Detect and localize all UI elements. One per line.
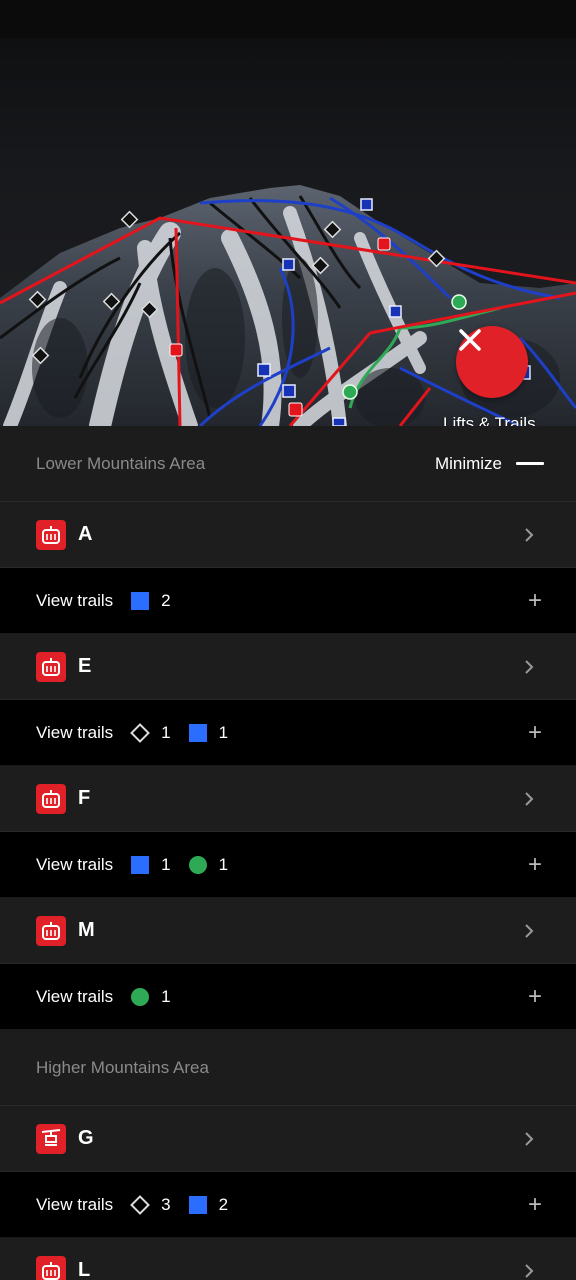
trail-count: 3	[161, 1194, 171, 1214]
trail-map[interactable]: Lifts & Trails	[0, 38, 576, 426]
trail-count-badge: 3	[130, 1194, 171, 1215]
chairlift-icon	[36, 1123, 66, 1154]
minimize-label: Minimize	[434, 453, 502, 473]
close-map-button[interactable]	[456, 326, 528, 398]
expand-plus-icon[interactable]: +	[528, 719, 542, 747]
lift-name: M	[78, 919, 95, 941]
view-trails-label: View trails	[36, 1194, 114, 1214]
expand-plus-icon[interactable]: +	[528, 1191, 542, 1219]
view-trails-label: View trails	[36, 590, 114, 610]
chevron-right-icon	[522, 791, 536, 806]
lift-row-e[interactable]: E	[0, 634, 576, 700]
section-title: Lower Mountains Area	[36, 453, 206, 473]
gondola-icon	[36, 651, 66, 682]
lift-name: L	[78, 1259, 91, 1280]
trail-count: 1	[218, 722, 229, 742]
view-trails-label: View trails	[36, 722, 114, 742]
trail-count-badge: 1	[131, 986, 171, 1007]
black-diamond-icon	[130, 722, 151, 743]
section-header-lower: Lower Mountains Area Minimize	[0, 426, 576, 502]
lift-row-l[interactable]: L	[0, 1238, 576, 1280]
expand-plus-icon[interactable]: +	[528, 983, 542, 1011]
gondola-icon	[36, 1255, 66, 1280]
minimize-button[interactable]: Minimize	[435, 454, 544, 474]
view-trails-label: View trails	[36, 854, 114, 874]
chevron-right-icon	[522, 923, 536, 938]
trail-count: 2	[161, 590, 171, 610]
view-trails-label: View trails	[36, 986, 114, 1006]
trail-count-badge: 1	[130, 722, 171, 743]
chevron-right-icon	[522, 1263, 536, 1278]
close-icon	[459, 329, 481, 351]
black-diamond-icon	[130, 1194, 151, 1215]
trail-count: 1	[218, 854, 229, 874]
trail-count-badge: 2	[131, 590, 171, 611]
chevron-right-icon	[522, 1131, 536, 1146]
view-trails-row-g[interactable]: View trails 3 2 +	[0, 1172, 576, 1238]
trail-count: 1	[161, 986, 171, 1006]
trail-count-badge: 1	[188, 722, 229, 743]
gondola-icon	[36, 915, 66, 946]
expand-plus-icon[interactable]: +	[528, 587, 542, 615]
trail-count-badge: 1	[131, 854, 171, 875]
green-circle-icon	[131, 987, 150, 1006]
blue-square-icon	[131, 855, 150, 874]
section-header-higher: Higher Mountains Area	[0, 1030, 576, 1106]
map-caption: Lifts & Trails	[443, 414, 536, 426]
lift-row-a[interactable]: A	[0, 502, 576, 568]
lift-name: G	[78, 1127, 94, 1149]
view-trails-row-a[interactable]: View trails 2 +	[0, 568, 576, 634]
lift-row-f[interactable]: F	[0, 766, 576, 832]
blue-square-icon	[188, 1195, 207, 1214]
status-bar	[0, 0, 576, 38]
trail-count: 1	[161, 854, 171, 874]
trail-count: 2	[218, 1194, 229, 1214]
expand-plus-icon[interactable]: +	[528, 851, 542, 879]
lift-row-m[interactable]: M	[0, 898, 576, 964]
trail-count-badge: 1	[188, 854, 229, 875]
view-trails-row-f[interactable]: View trails 1 1 +	[0, 832, 576, 898]
blue-square-icon	[131, 591, 150, 610]
chevron-right-icon	[522, 659, 536, 674]
trail-count-badge: 2	[188, 1194, 229, 1215]
gondola-icon	[36, 519, 66, 550]
gondola-icon	[36, 783, 66, 814]
green-circle-icon	[188, 855, 207, 874]
chevron-right-icon	[522, 527, 536, 542]
view-trails-row-m[interactable]: View trails 1 +	[0, 964, 576, 1030]
lift-name: F	[78, 787, 91, 809]
view-trails-row-e[interactable]: View trails 1 1 +	[0, 700, 576, 766]
lift-name: E	[78, 655, 92, 677]
section-title: Higher Mountains Area	[36, 1057, 209, 1077]
lifts-panel: Lower Mountains Area Minimize A View tra…	[0, 426, 576, 1280]
lift-name: A	[78, 523, 93, 545]
minimize-icon	[516, 462, 544, 465]
lift-row-g[interactable]: G	[0, 1106, 576, 1172]
trail-count: 1	[161, 722, 171, 742]
blue-square-icon	[188, 723, 207, 742]
